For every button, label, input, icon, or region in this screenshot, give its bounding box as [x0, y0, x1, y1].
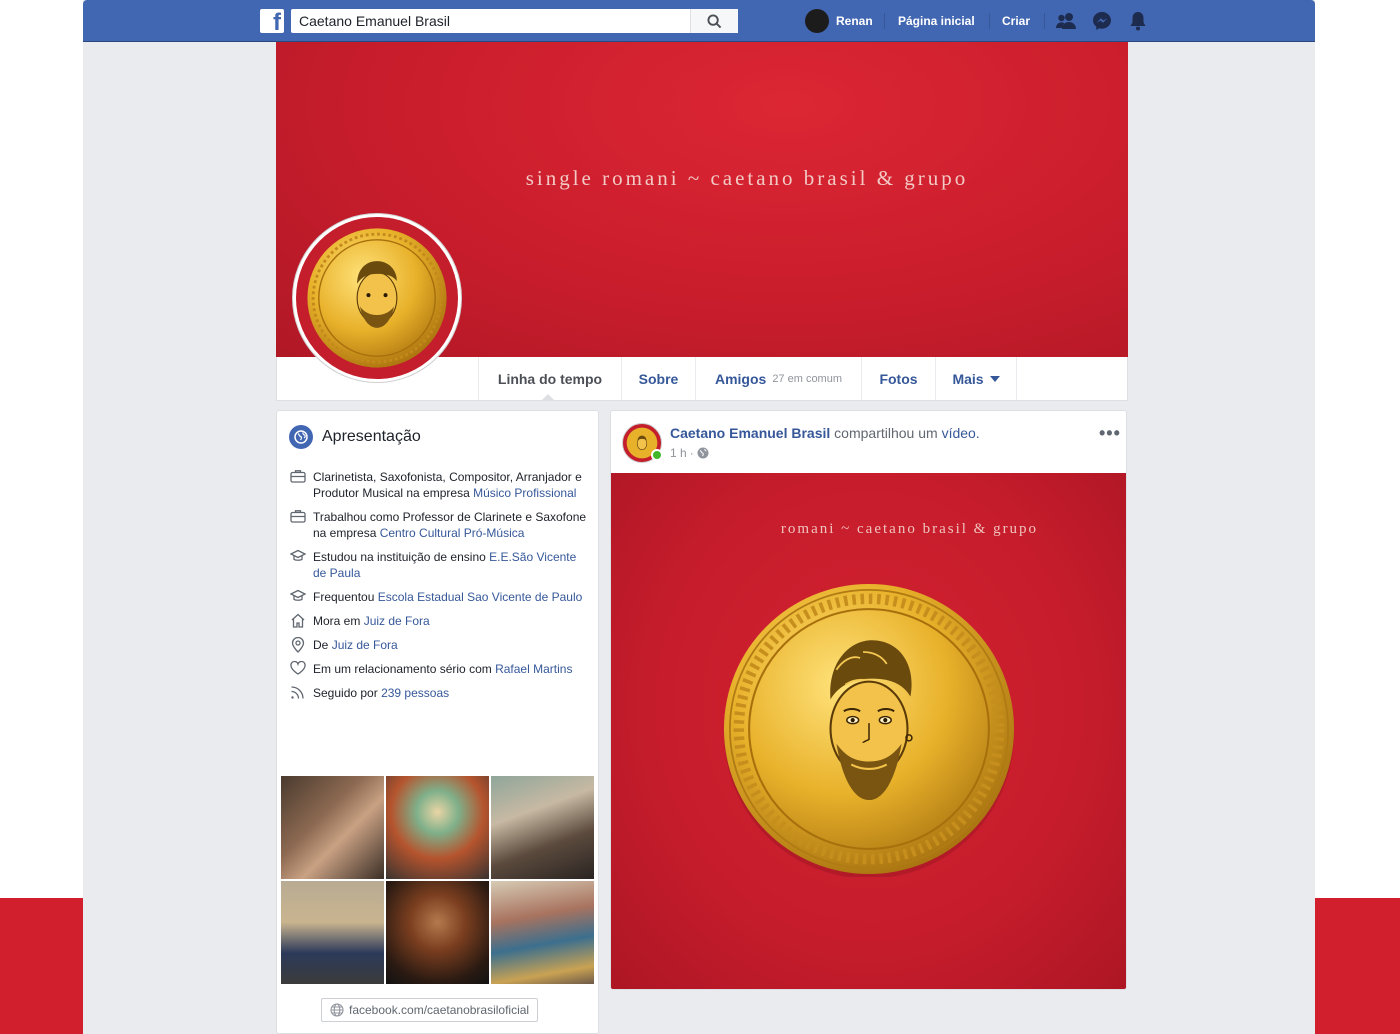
intro-item-education: Estudou na instituição de ensino E.E.São… [289, 549, 589, 581]
post-meta-separator: · [689, 446, 694, 460]
photo-thumbnail[interactable] [491, 776, 594, 879]
photo-thumbnail[interactable] [386, 881, 489, 984]
nav-divider [884, 13, 885, 29]
intro-link[interactable]: Centro Cultural Pró-Música [380, 526, 525, 540]
home-icon [289, 613, 306, 629]
intro-link[interactable]: Rafael Martins [495, 662, 572, 676]
location-pin-icon [289, 637, 306, 653]
search-icon [707, 13, 722, 28]
tab-timeline-label: Linha do tempo [497, 370, 603, 387]
gold-coin-icon [723, 583, 1015, 879]
tab-photos-label: Fotos [879, 370, 918, 387]
online-status-indicator [651, 449, 663, 461]
search-button[interactable] [690, 9, 738, 33]
post-action-text: compartilhou um [830, 425, 942, 441]
photo-grid [281, 776, 594, 984]
tab-friends-label: Amigos [714, 370, 767, 387]
post-author-name[interactable]: Caetano Emanuel Brasil [670, 425, 830, 441]
active-tab-indicator [541, 394, 555, 401]
intro-card: Apresentação Clarinetista, Saxofonista, … [276, 410, 599, 1034]
intro-title: Apresentação [322, 428, 421, 445]
nav-home-link[interactable]: Página inicial [898, 14, 975, 28]
notifications-bell-icon[interactable] [1127, 10, 1149, 32]
caret-down-icon [989, 375, 1000, 382]
globe-icon [330, 1003, 344, 1017]
feed-post: Caetano Emanuel Brasil compartilhou um v… [610, 410, 1127, 990]
tab-friends-count: 27 em comum [772, 372, 843, 385]
messenger-icon[interactable] [1091, 10, 1113, 32]
cover-title: single romani ~ caetano brasil & grupo [525, 166, 969, 190]
intro-link[interactable]: Músico Profissional [473, 486, 576, 500]
intro-item-from: De Juiz de Fora [289, 637, 589, 653]
website-link[interactable]: facebook.com/caetanobrasiloficial [321, 998, 539, 1022]
nav-create-link[interactable]: Criar [1002, 14, 1030, 28]
rss-feed-icon [289, 685, 306, 701]
nav-divider [1044, 13, 1045, 29]
graduation-cap-icon [289, 549, 306, 565]
video-title-overlay: romani ~ caetano brasil & grupo [780, 521, 1039, 537]
heart-icon [289, 661, 306, 677]
website-url: facebook.com/caetanobrasiloficial [349, 1003, 530, 1017]
intro-item-followers: Seguido por 239 pessoas [289, 685, 589, 701]
intro-item-lives-in: Mora em Juiz de Fora [289, 613, 589, 629]
intro-link[interactable]: Juiz de Fora [364, 614, 430, 628]
public-globe-icon [697, 447, 709, 459]
post-options-button[interactable]: ••• [1099, 423, 1121, 444]
gold-coin-icon [307, 228, 447, 368]
briefcase-icon [289, 509, 306, 525]
globe-icon [289, 425, 313, 449]
avatar [805, 9, 829, 33]
intro-link[interactable]: 239 pessoas [381, 686, 449, 700]
tab-more[interactable]: Mais [935, 357, 1017, 400]
graduation-cap-icon [289, 589, 306, 605]
briefcase-icon [289, 469, 306, 485]
intro-link[interactable]: Juiz de Fora [332, 638, 398, 652]
profile-picture-inner [296, 217, 458, 379]
photo-thumbnail[interactable] [491, 881, 594, 984]
post-action-link[interactable]: vídeo. [942, 425, 980, 441]
nav-user-name: Renan [836, 14, 873, 28]
nav-divider [989, 13, 990, 29]
tab-friends[interactable]: Amigos 27 em comum [695, 357, 861, 400]
facebook-logo-icon[interactable]: f [260, 9, 284, 33]
gold-coin-artwork [721, 581, 1017, 879]
intro-item-relationship: Em um relacionamento sério com Rafael Ma… [289, 661, 589, 677]
intro-header: Apresentação [289, 425, 421, 449]
post-meta: 1 h · [670, 446, 709, 460]
tab-more-label: Mais [952, 370, 984, 387]
intro-link[interactable]: Escola Estadual Sao Vicente de Paulo [378, 590, 583, 604]
search-input[interactable] [291, 9, 738, 33]
post-timestamp[interactable]: 1 h [670, 446, 687, 460]
post-header: Caetano Emanuel Brasil compartilhou um v… [670, 425, 980, 441]
intro-list: Clarinetista, Saxofonista, Compositor, A… [289, 469, 589, 709]
top-navigation-bar: f Renan Página inicial Criar [83, 0, 1315, 42]
photo-thumbnail[interactable] [386, 776, 489, 879]
tab-about[interactable]: Sobre [621, 357, 695, 400]
nav-profile-link[interactable]: Renan [805, 9, 873, 33]
intro-item-work: Clarinetista, Saxofonista, Compositor, A… [289, 469, 589, 501]
intro-item-work: Trabalhou como Professor de Clarinete e … [289, 509, 589, 541]
friend-requests-icon[interactable] [1055, 10, 1077, 32]
photo-thumbnail[interactable] [281, 776, 384, 879]
post-video[interactable]: romani ~ caetano brasil & grupo [611, 473, 1126, 989]
tab-about-label: Sobre [638, 370, 679, 387]
browser-frame: f Renan Página inicial Criar single roma… [83, 0, 1315, 1034]
tab-photos[interactable]: Fotos [861, 357, 935, 400]
profile-picture[interactable] [292, 213, 462, 383]
photo-thumbnail[interactable] [281, 881, 384, 984]
intro-item-education: Frequentou Escola Estadual Sao Vicente d… [289, 589, 589, 605]
